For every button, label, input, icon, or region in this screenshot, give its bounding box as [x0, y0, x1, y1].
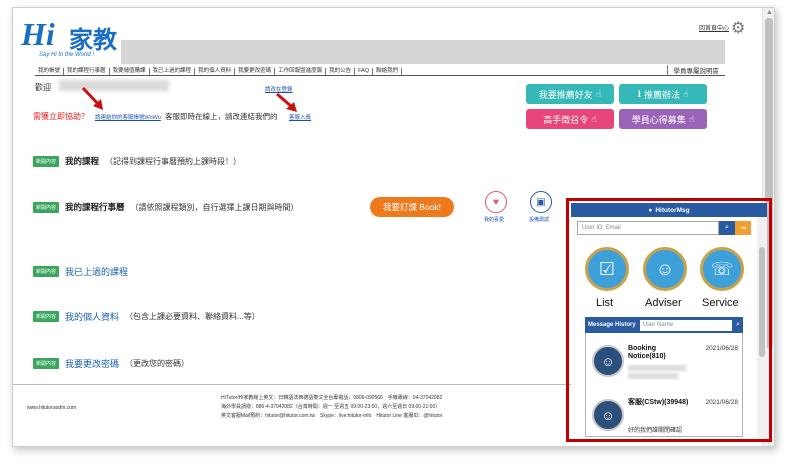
help-link-agent[interactable]: 客服入員: [289, 113, 311, 121]
logo-jia: 家教: [69, 27, 117, 54]
my-course-desc: （記得到課程行事曆預約上課時段！）: [105, 156, 242, 166]
feedback-collect-button[interactable]: 學員心得募集 ☝: [619, 109, 707, 129]
logo-hi: Hi: [21, 16, 55, 52]
new-badge: 新開內容: [33, 311, 60, 322]
nav-item-report[interactable]: 工作回報暨進度報: [275, 68, 327, 75]
red-arrow-right-icon: [276, 92, 297, 112]
password-desc: （更改您的密碼）: [125, 359, 190, 368]
section-profile: 新開內容 我的個人資料 （包含上課必要資料、聯絡資料...等）: [33, 310, 260, 323]
nav-item-account[interactable]: 我的帳號: [35, 68, 65, 75]
welcome-username-blurred: [59, 80, 169, 91]
highlight-box: [566, 198, 772, 442]
section-my-course: 新開內容 我的課程 （記得到課程行事曆預約上課時段！）: [33, 155, 241, 167]
welcome-label: 歡迎: [35, 83, 51, 92]
info-icon: ℹ: [637, 88, 641, 99]
home-center-link[interactable]: 回首頁中心: [699, 23, 729, 32]
profile-link[interactable]: 我的個人資料: [65, 310, 119, 323]
calendar-link[interactable]: 我的課程行事曆: [65, 201, 125, 213]
summon-expert-label: 高手徵召令: [543, 114, 589, 125]
nav-item-contact[interactable]: 聯絡我們: [373, 68, 403, 75]
nav-item-past-courses[interactable]: 我已上過的課程: [150, 68, 196, 75]
feedback-collect-label: 學員心得募集: [631, 114, 686, 125]
scroll-up-icon[interactable]: ▲: [766, 9, 773, 16]
profile-desc: （包含上課必要資料、聯絡資料...等）: [125, 312, 260, 321]
pointing-hand-icon: ☝: [688, 113, 695, 124]
new-badge: 新開內容: [33, 358, 60, 369]
recommend-method-label: 推薦辦法: [643, 89, 680, 100]
section-calendar: 新開內容 我的課程行事曆 （請依照課程類別，自行選擇上課日期與時間）: [33, 201, 299, 213]
footer-line-3: 英文客服Mail預約：hitutor@hitutor.com.tw Skype：…: [221, 413, 443, 419]
recommend-friend-button[interactable]: 我要推薦好友 ☝: [526, 84, 614, 104]
gear-icon[interactable]: ⚙: [731, 18, 745, 38]
recommend-method-button[interactable]: ℹ 推薦辦法 ☝: [619, 84, 707, 104]
new-badge: 新開內容: [33, 201, 60, 213]
device-test-icon[interactable]: ▣: [530, 191, 552, 213]
help-middle-text: 客服即時在線上，請改連結我們的: [165, 112, 278, 121]
summon-expert-button[interactable]: 高手徵召令 ☝: [526, 109, 614, 129]
red-arrow-left-icon: [81, 86, 103, 110]
help-question: 需獲立即協助？: [33, 112, 89, 121]
logo-slogan: Say Hi to the World !: [39, 52, 95, 58]
section-past-courses: 新開內容 我已上過的課程: [33, 265, 128, 278]
help-link-service[interactable]: 請連結你的客服帳號WoWu: [95, 113, 161, 121]
nav-item-student-help[interactable]: 學員專屬說明區: [666, 65, 719, 75]
new-badge: 新開內容: [33, 155, 60, 167]
footer-url[interactable]: www.hitutoraodm.com: [27, 405, 76, 411]
nav-item-faq[interactable]: FAQ: [355, 68, 374, 75]
top-banner: [121, 40, 725, 64]
my-course-link[interactable]: 我的課程: [65, 155, 99, 167]
device-test-label[interactable]: 設備測試: [529, 216, 549, 223]
footer-line-2: 海外學員請撥：886-4-37042082（台灣時間：週一 至週五 09:00-…: [221, 404, 441, 410]
action-buttons: 我要推薦好友 ☝ ℹ 推薦辦法 ☝ 高手徵召令 ☝ 學員心得募集 ☝: [526, 84, 707, 129]
hi-jiajiao-logo[interactable]: Hi 家教 Say Hi to the World !: [21, 16, 121, 62]
favorites-label[interactable]: 我的喜愛: [484, 216, 504, 223]
recommend-friend-label: 我要推薦好友: [538, 89, 593, 100]
section-password: 新開內容 我要更改密碼 （更改您的密碼）: [33, 357, 189, 370]
footer-line-1: HiTutor/Hi家教線上英文：日韓語法西德語泰文全台專電話：0809-090…: [221, 395, 443, 401]
book-button[interactable]: 我要訂課 Book!: [370, 197, 454, 217]
heart-icon[interactable]: ♥: [485, 191, 507, 213]
new-badge: 新開內容: [33, 266, 60, 277]
pointing-hand-icon: ☝: [595, 88, 602, 99]
nav-item-calendar[interactable]: 我的課程行事曆: [64, 68, 110, 75]
nav-item-announcement[interactable]: 我的公告: [326, 68, 356, 75]
nav-item-password[interactable]: 我要更改密碼: [235, 68, 276, 75]
nav-item-profile[interactable]: 我的個人資料: [195, 68, 236, 75]
nav-item-purchase[interactable]: 我要儲值購課: [110, 68, 150, 75]
pointing-hand-icon: ☝: [682, 88, 689, 99]
past-courses-link[interactable]: 我已上過的課程: [65, 265, 128, 278]
calendar-desc: （請依照課程類別，自行選擇上課日期與時間）: [130, 202, 299, 212]
password-link[interactable]: 我要更改密碼: [65, 357, 119, 370]
main-nav: 我的帳號 我的課程行事曆 我要儲值購課 我已上過的課程 我的個人資料 我要更改密…: [35, 65, 725, 76]
pointing-hand-icon: ☝: [591, 113, 597, 124]
